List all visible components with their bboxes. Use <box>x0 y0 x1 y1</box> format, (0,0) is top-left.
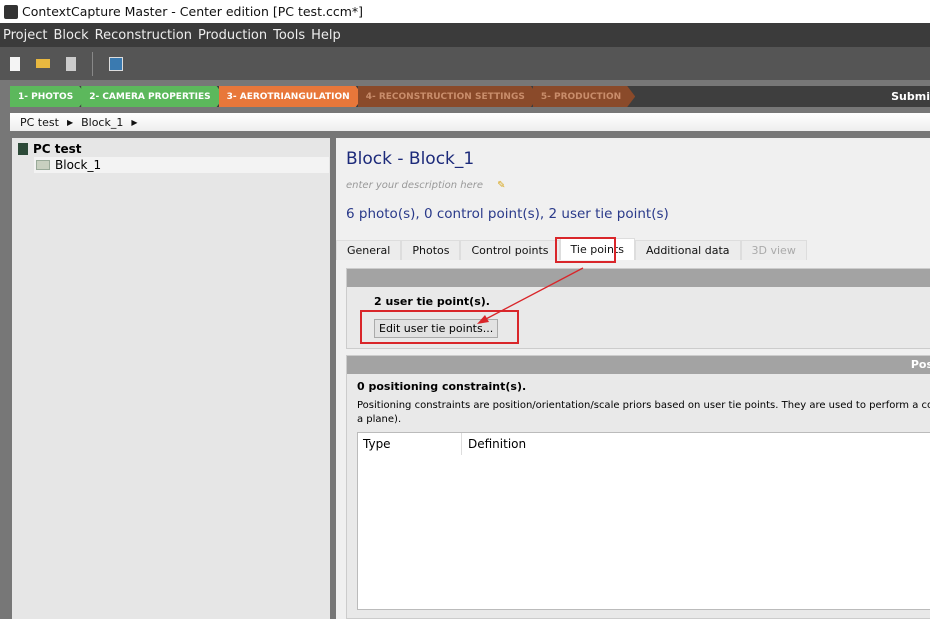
tab-label: General <box>347 244 391 257</box>
step-label: 1- PHOTOS <box>18 91 74 102</box>
tab-label: Additional data <box>646 244 730 257</box>
tab-tie-points[interactable]: Tie points <box>559 238 636 260</box>
tab-label: Tie points <box>570 243 625 256</box>
chevron-right-icon[interactable]: ▶ <box>67 118 73 127</box>
tab-bar: General Photos Control points Tie points… <box>336 238 807 260</box>
constraint-count: 0 positioning constraint(s). <box>357 380 527 393</box>
constraint-description: Positioning constraints are position/ori… <box>357 400 930 411</box>
constraints-table[interactable]: Type Definition <box>357 432 930 610</box>
tab-3d-view[interactable]: 3D view <box>740 240 807 260</box>
positioning-group: Pos 0 positioning constraint(s). Positio… <box>346 355 930 619</box>
window-title: ContextCapture Master - Center edition [… <box>22 4 363 19</box>
tie-point-count: 2 user tie point(s). <box>374 295 490 308</box>
tab-control-points[interactable]: Control points <box>460 240 560 260</box>
edit-user-tie-points-button[interactable]: Edit user tie points... <box>374 319 499 338</box>
app-icon <box>4 4 18 19</box>
tab-label: Photos <box>412 244 450 257</box>
table-header: Type Definition <box>358 433 930 455</box>
open-folder-icon[interactable] <box>36 59 50 68</box>
tree-item-block[interactable]: Block_1 <box>34 157 329 173</box>
menu-project[interactable]: Project <box>3 28 47 43</box>
chevron-right-icon[interactable]: ▶ <box>131 118 137 127</box>
group-header: Pos <box>347 356 930 374</box>
group-header <box>347 269 930 287</box>
breadcrumb-block[interactable]: Block_1 <box>81 116 123 129</box>
description-field[interactable]: enter your description here ✎ <box>346 180 505 191</box>
step-camera-properties[interactable]: 2- CAMERA PROPERTIES <box>81 86 224 107</box>
toolbar <box>0 47 930 80</box>
tab-label: Control points <box>471 244 549 257</box>
description-placeholder: enter your description here <box>346 180 484 191</box>
pencil-icon[interactable]: ✎ <box>497 180 505 191</box>
step-reconstruction-settings[interactable]: 4- RECONSTRUCTION SETTINGS <box>358 86 539 107</box>
step-photos[interactable]: 1- PHOTOS <box>10 86 87 107</box>
project-tree: PC test Block_1 <box>12 138 330 619</box>
tab-additional-data[interactable]: Additional data <box>635 240 741 260</box>
block-summary: 6 photo(s), 0 control point(s), 2 user t… <box>346 206 669 222</box>
title-bar: ContextCapture Master - Center edition [… <box>0 0 930 23</box>
tab-label: 3D view <box>751 244 796 257</box>
save-icon[interactable] <box>66 56 76 71</box>
step-label: 3- AEROTRIANGULATION <box>226 91 350 102</box>
workflow-steps: 1- PHOTOS 2- CAMERA PROPERTIES 3- AEROTR… <box>10 86 930 107</box>
menu-help[interactable]: Help <box>311 28 341 43</box>
toolbar-divider <box>92 51 93 76</box>
menu-bar: Project Block Reconstruction Production … <box>0 23 930 47</box>
tree-item-label: Block_1 <box>55 158 102 172</box>
step-label: 2- CAMERA PROPERTIES <box>89 91 211 102</box>
tab-photos[interactable]: Photos <box>401 240 461 260</box>
menu-reconstruction[interactable]: Reconstruction <box>95 28 192 43</box>
submit-button[interactable]: Submi <box>891 90 930 103</box>
breadcrumb-pc-test[interactable]: PC test <box>20 116 59 129</box>
constraint-description-cont: a plane). <box>357 414 402 425</box>
column-definition[interactable]: Definition <box>462 433 526 455</box>
menu-tools[interactable]: Tools <box>273 28 305 43</box>
page-title: Block - Block_1 <box>346 149 475 169</box>
project-icon <box>18 143 28 155</box>
monitor-icon[interactable] <box>109 56 123 71</box>
breadcrumb: PC test ▶ Block_1 ▶ <box>10 113 930 131</box>
tree-root-label: PC test <box>33 142 82 156</box>
column-type[interactable]: Type <box>358 433 462 455</box>
tab-general[interactable]: General <box>336 240 402 260</box>
new-file-icon[interactable] <box>10 56 20 71</box>
menu-block[interactable]: Block <box>53 28 88 43</box>
step-label: 4- RECONSTRUCTION SETTINGS <box>365 91 525 102</box>
step-production[interactable]: 5- PRODUCTION <box>533 86 635 107</box>
block-icon <box>36 160 50 170</box>
tie-points-group: 2 user tie point(s). Edit user tie point… <box>346 268 930 349</box>
menu-production[interactable]: Production <box>198 28 267 43</box>
step-label: 5- PRODUCTION <box>540 91 622 102</box>
step-aerotriangulation[interactable]: 3- AEROTRIANGULATION <box>219 86 364 107</box>
tree-root[interactable]: PC test <box>18 142 82 156</box>
